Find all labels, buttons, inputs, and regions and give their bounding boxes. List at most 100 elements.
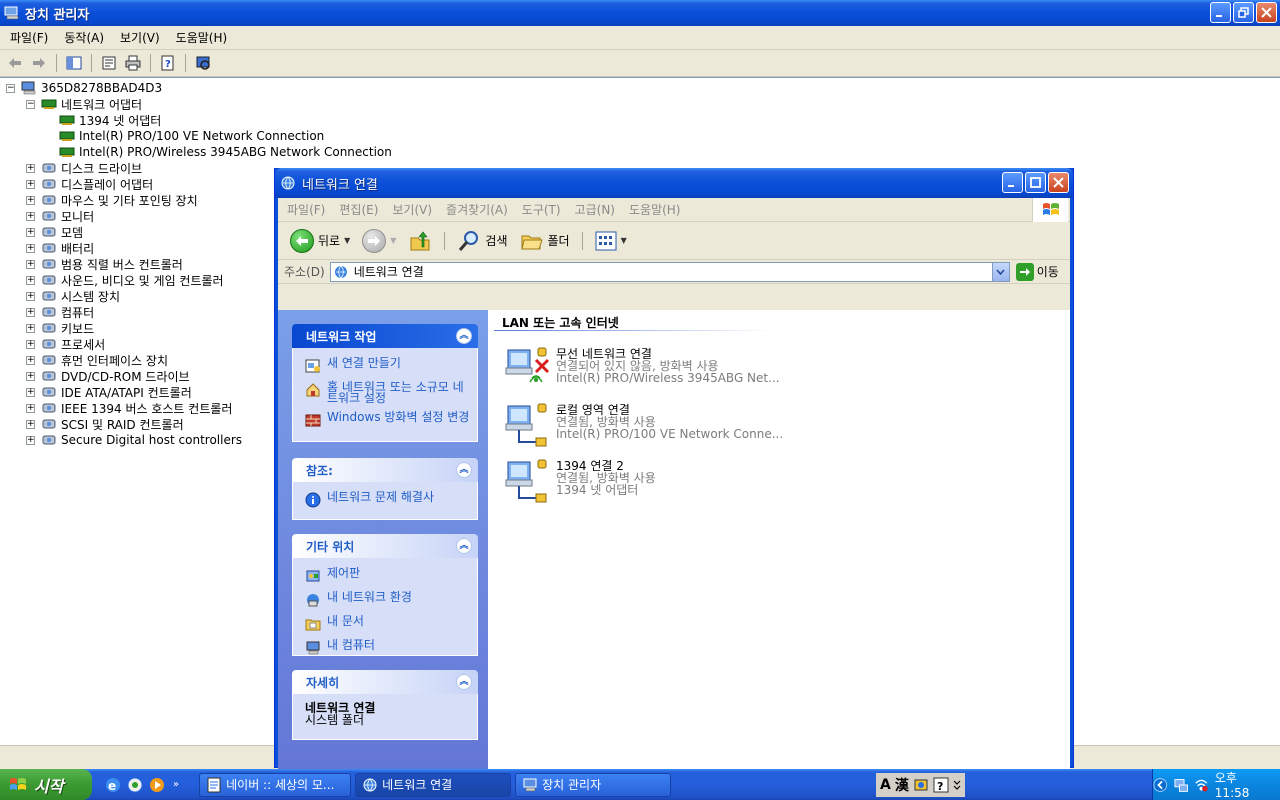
tree-category[interactable]: + 시스템 장치: [26, 288, 120, 304]
media-player-icon[interactable]: [148, 776, 166, 794]
see-also-header[interactable]: 참조: ︽: [292, 458, 478, 482]
help-button[interactable]: ?: [157, 52, 179, 74]
other-places-header[interactable]: 기타 위치 ︽: [292, 534, 478, 558]
my-computer-link[interactable]: 내 컴퓨터: [305, 639, 471, 656]
collapse-chevron-icon[interactable]: ︽: [456, 674, 472, 690]
go-button[interactable]: 이동: [1015, 262, 1059, 281]
collapse-chevron-icon[interactable]: ︽: [456, 328, 472, 344]
wireless-status-icon[interactable]: [1194, 777, 1209, 793]
tree-category[interactable]: + 모니터: [26, 208, 94, 224]
expand-toggle[interactable]: +: [26, 435, 35, 445]
address-input[interactable]: 네트워크 연결: [329, 261, 1010, 282]
my-network-places-link[interactable]: 내 네트워크 환경: [305, 591, 471, 608]
tree-category[interactable]: + IEEE 1394 버스 호스트 컨트롤러: [26, 400, 232, 416]
home-network-setup-link[interactable]: 홈 네트워크 또는 소규모 네트워크 설정: [305, 381, 471, 404]
network-troubleshooter-link[interactable]: 네트워크 문제 해결사: [305, 491, 471, 508]
menu-tools[interactable]: 도구(T): [515, 199, 568, 220]
forward-button[interactable]: [28, 52, 50, 74]
expand-toggle[interactable]: +: [26, 163, 35, 173]
network-connections-titlebar[interactable]: 네트워크 연결: [275, 168, 1073, 198]
quick-launch-more[interactable]: »: [173, 779, 179, 790]
collapse-chevron-icon[interactable]: ︽: [456, 462, 472, 478]
windows-firewall-link[interactable]: Windows 방화벽 설정 변경: [305, 411, 471, 428]
print-button[interactable]: [122, 52, 144, 74]
back-button[interactable]: [4, 52, 26, 74]
messenger-icon[interactable]: [126, 776, 144, 794]
address-dropdown-button[interactable]: [991, 262, 1009, 281]
expand-toggle[interactable]: +: [26, 307, 35, 317]
expand-toggle[interactable]: +: [26, 387, 35, 397]
menu-view[interactable]: 보기(V): [112, 27, 168, 48]
task-device-manager[interactable]: 장치 관리자: [515, 772, 672, 797]
control-panel-link[interactable]: 제어판: [305, 567, 471, 584]
back-button[interactable]: 뒤로 ▼: [286, 228, 354, 253]
tree-item-intel-pro100[interactable]: Intel(R) PRO/100 VE Network Connection: [59, 128, 324, 144]
expand-toggle[interactable]: +: [26, 179, 35, 189]
forward-button[interactable]: ▼: [358, 228, 400, 253]
tree-category[interactable]: + DVD/CD-ROM 드라이브: [26, 368, 190, 384]
ime-english-toggle[interactable]: A: [880, 777, 891, 793]
network-tasks-header[interactable]: 네트워크 작업 ︽: [292, 324, 478, 348]
views-button[interactable]: ▼: [591, 231, 631, 251]
search-button[interactable]: 검색: [453, 229, 511, 253]
internet-explorer-icon[interactable]: e: [104, 776, 122, 794]
close-button[interactable]: [1048, 172, 1069, 193]
tree-category[interactable]: + 배터리: [26, 240, 94, 256]
details-header[interactable]: 자세히 ︽: [292, 670, 478, 694]
minimize-button[interactable]: [1210, 2, 1231, 23]
start-button[interactable]: 시작: [0, 769, 92, 800]
dropdown-arrow-icon[interactable]: ▼: [390, 236, 396, 245]
tree-item-intel-wireless[interactable]: Intel(R) PRO/Wireless 3945ABG Network Co…: [59, 144, 392, 160]
dropdown-arrow-icon[interactable]: ▼: [344, 236, 350, 245]
up-folder-button[interactable]: [404, 229, 436, 253]
expand-toggle[interactable]: +: [26, 339, 35, 349]
expand-toggle[interactable]: +: [26, 259, 35, 269]
tree-category[interactable]: + Secure Digital host controllers: [26, 432, 242, 448]
tree-category[interactable]: + 범용 직렬 버스 컨트롤러: [26, 256, 183, 272]
expand-toggle[interactable]: +: [26, 275, 35, 285]
expand-toggle[interactable]: +: [26, 355, 35, 365]
ime-options-icon[interactable]: [953, 777, 961, 793]
console-tree-button[interactable]: [63, 52, 85, 74]
tree-item-1394-adapter[interactable]: 1394 넷 어댑터: [59, 112, 161, 128]
maximize-button[interactable]: [1025, 172, 1046, 193]
tree-category[interactable]: + 모뎀: [26, 224, 83, 240]
expand-toggle[interactable]: +: [26, 403, 35, 413]
menu-help[interactable]: 도움말(H): [168, 27, 236, 48]
expand-toggle[interactable]: +: [26, 243, 35, 253]
expand-toggle[interactable]: +: [26, 211, 35, 221]
clock[interactable]: 오후 11:58: [1215, 769, 1270, 800]
tree-category[interactable]: + SCSI 및 RAID 컨트롤러: [26, 416, 184, 432]
tree-category[interactable]: + 디스플레이 어댑터: [26, 176, 153, 192]
expand-toggle[interactable]: +: [26, 419, 35, 429]
ime-help-icon[interactable]: ?: [933, 777, 949, 793]
tree-category[interactable]: + 마우스 및 기타 포인팅 장치: [26, 192, 198, 208]
menu-advanced[interactable]: 고급(N): [568, 199, 622, 220]
tree-category[interactable]: + 컴퓨터: [26, 304, 94, 320]
dropdown-arrow-icon[interactable]: ▼: [621, 236, 627, 245]
task-network-connections[interactable]: 네트워크 연결: [355, 772, 512, 797]
tree-category[interactable]: + 사운드, 비디오 및 게임 컨트롤러: [26, 272, 224, 288]
connection-1394[interactable]: 1394 연결 2 연결됨, 방화벽 사용 1394 넷 어댑터: [502, 456, 656, 506]
minimize-button[interactable]: [1002, 172, 1023, 193]
restore-button[interactable]: [1233, 2, 1254, 23]
show-hidden-icons-icon[interactable]: [1153, 777, 1168, 793]
close-button[interactable]: [1256, 2, 1277, 23]
properties-button[interactable]: [98, 52, 120, 74]
expand-toggle[interactable]: +: [26, 195, 35, 205]
ime-tools-icon[interactable]: [913, 777, 929, 793]
menu-edit[interactable]: 편집(E): [332, 199, 385, 220]
expand-toggle[interactable]: +: [26, 371, 35, 381]
device-manager-titlebar[interactable]: 장치 관리자: [0, 0, 1280, 26]
tree-category[interactable]: + 휴먼 인터페이스 장치: [26, 352, 168, 368]
expand-toggle[interactable]: +: [26, 227, 35, 237]
collapse-toggle[interactable]: −: [6, 83, 15, 93]
menu-file[interactable]: 파일(F): [280, 199, 332, 220]
network-status-icon[interactable]: [1174, 777, 1189, 793]
ime-hanja-toggle[interactable]: 漢: [895, 775, 909, 795]
tree-category[interactable]: + 프로세서: [26, 336, 105, 352]
menu-file[interactable]: 파일(F): [2, 27, 56, 48]
menu-help[interactable]: 도움말(H): [622, 199, 688, 220]
collapse-toggle[interactable]: −: [26, 99, 35, 109]
menu-action[interactable]: 동작(A): [56, 27, 112, 48]
